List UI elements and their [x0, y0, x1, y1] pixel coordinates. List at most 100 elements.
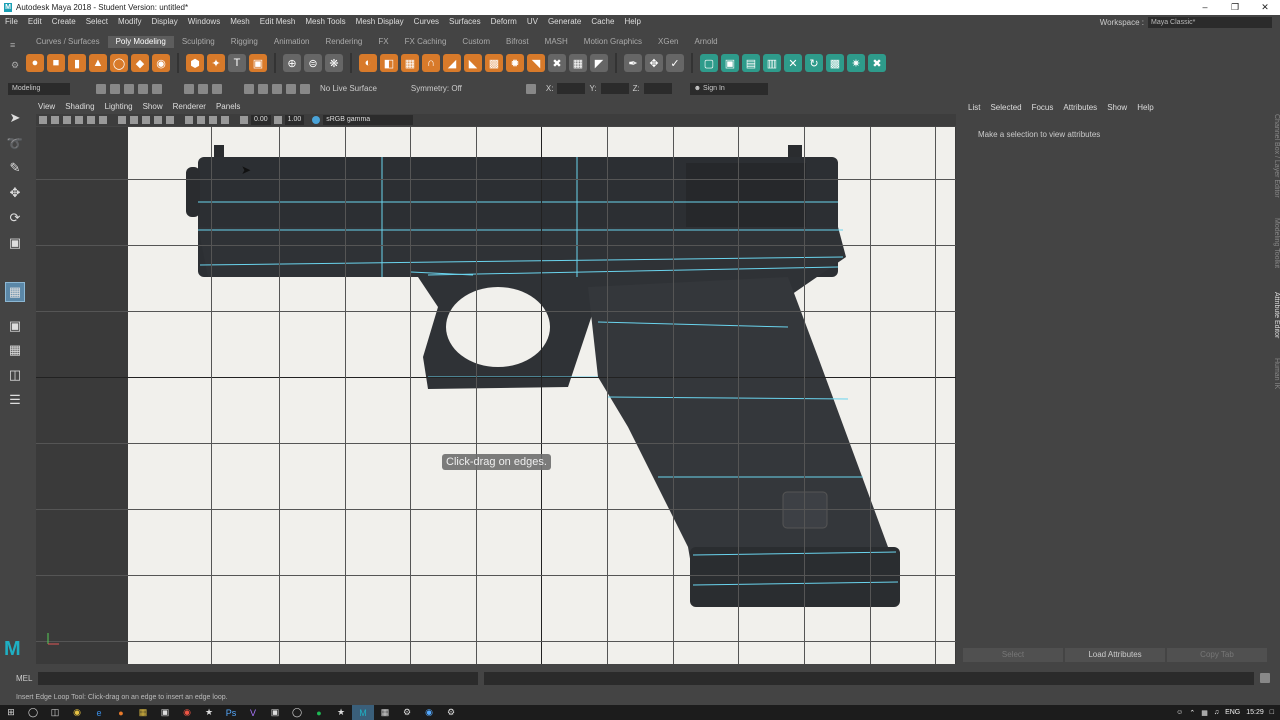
volume-icon[interactable]: ♫ — [1214, 709, 1219, 716]
uv-editor-icon[interactable]: ▩ — [826, 54, 844, 72]
visual-studio-icon[interactable]: V — [242, 705, 264, 720]
attr-menu-attributes[interactable]: Attributes — [1063, 102, 1097, 114]
isolate-icon[interactable] — [197, 116, 205, 124]
tab-poly-modeling[interactable]: Poly Modeling — [107, 36, 174, 48]
select-button[interactable]: Select — [963, 648, 1063, 662]
snap-curve-icon[interactable] — [258, 83, 268, 94]
uv-layout-icon[interactable]: ▥ — [763, 54, 781, 72]
tab-curves-surfaces[interactable]: Curves / Surfaces — [28, 36, 108, 48]
menu-mesh[interactable]: Mesh — [225, 15, 255, 29]
menu-help[interactable]: Help — [619, 15, 645, 29]
shelf-settings-icon[interactable]: ⚙ — [11, 60, 19, 71]
poly-cylinder-icon[interactable]: ▮ — [68, 54, 86, 72]
lasso-tool-icon[interactable]: ➰ — [5, 134, 25, 154]
app-icon[interactable]: ◉ — [418, 705, 440, 720]
uv-sew-icon[interactable]: ↻ — [805, 54, 823, 72]
tab-rendering[interactable]: Rendering — [317, 36, 370, 48]
tab-arnold[interactable]: Arnold — [687, 36, 726, 48]
spotify-icon[interactable]: ● — [308, 705, 330, 720]
tab-attribute-editor[interactable]: Attribute Editor — [1268, 286, 1280, 344]
bevel-icon[interactable]: ◢ — [443, 54, 461, 72]
bridge-icon[interactable]: ∩ — [422, 54, 440, 72]
copy-tab-button[interactable]: Copy Tab — [1167, 648, 1267, 662]
tab-human-ik[interactable]: Human IK — [1268, 356, 1280, 392]
tab-sculpting[interactable]: Sculpting — [174, 36, 223, 48]
file-explorer-icon[interactable]: ▦ — [132, 705, 154, 720]
network-icon[interactable]: ▦ — [1201, 709, 1208, 717]
select-tool-icon[interactable]: ➤ — [5, 108, 25, 128]
bevel-icon[interactable]: ◣ — [464, 54, 482, 72]
notifications-icon[interactable]: □ — [1270, 709, 1274, 716]
menu-select[interactable]: Select — [81, 15, 113, 29]
uv-auto-icon[interactable]: ▤ — [742, 54, 760, 72]
menu-generate[interactable]: Generate — [543, 15, 586, 29]
snap-grid-icon[interactable] — [244, 83, 254, 94]
firefox-icon[interactable]: ● — [110, 705, 132, 720]
viewport[interactable]: Click-drag on edges. ➤ — [36, 127, 956, 664]
single-view-icon[interactable]: ▣ — [5, 316, 25, 336]
photoshop-icon[interactable]: Ps — [220, 705, 242, 720]
color-management-icon[interactable] — [312, 116, 321, 124]
uv-unfold-icon[interactable]: ▢ — [700, 54, 718, 72]
tab-channel-box[interactable]: Channel Box / Layer Editor — [1268, 106, 1280, 206]
grid-icon[interactable] — [87, 116, 95, 124]
aa-icon[interactable] — [221, 116, 229, 124]
menu-edit[interactable]: Edit — [23, 15, 47, 29]
move-tool-icon[interactable]: ✥ — [5, 183, 25, 203]
outliner-icon[interactable]: ☰ — [5, 390, 25, 410]
restore-icon[interactable]: ❐ — [1220, 0, 1250, 15]
chamfer-icon[interactable]: ✖ — [548, 54, 566, 72]
connect-icon[interactable]: ✓ — [666, 54, 684, 72]
task-view-icon[interactable]: ◫ — [44, 705, 66, 720]
poke-icon[interactable]: ✹ — [506, 54, 524, 72]
uv-delete-icon[interactable]: ✖ — [868, 54, 886, 72]
tab-fx-caching[interactable]: FX Caching — [397, 36, 455, 48]
multi-cut-icon[interactable]: ✒ — [624, 54, 642, 72]
people-icon[interactable]: ☺ — [1176, 709, 1183, 716]
attr-menu-focus[interactable]: Focus — [1032, 102, 1054, 114]
tab-custom[interactable]: Custom — [454, 36, 498, 48]
poly-disc-icon[interactable]: ◉ — [152, 54, 170, 72]
app-icon[interactable]: ★ — [330, 705, 352, 720]
mode-dropdown[interactable]: Modeling — [8, 82, 70, 95]
menu-curves[interactable]: Curves — [409, 15, 444, 29]
add-divisions-icon[interactable]: ▦ — [569, 54, 587, 72]
separate-icon[interactable]: ⊜ — [304, 54, 322, 72]
language-indicator[interactable]: ENG — [1225, 709, 1240, 716]
uv-planar-icon[interactable]: ▣ — [721, 54, 739, 72]
gamma-icon[interactable] — [273, 116, 282, 124]
bookmark-icon[interactable] — [63, 116, 71, 124]
store-icon[interactable]: ▣ — [154, 705, 176, 720]
app-icon[interactable]: ▣ — [264, 705, 286, 720]
fill-hole-icon[interactable]: ▩ — [485, 54, 503, 72]
uv-cut-icon[interactable]: ✕ — [784, 54, 802, 72]
close-icon[interactable]: ✕ — [1250, 0, 1280, 15]
paint-select-icon[interactable]: ✎ — [5, 158, 25, 178]
symmetry-label[interactable]: Symmetry: Off — [411, 84, 462, 93]
viewport-menu-panels[interactable]: Panels — [216, 101, 240, 113]
app-icon[interactable]: ★ — [198, 705, 220, 720]
boolean-icon[interactable]: ◐ — [359, 54, 377, 72]
poly-sphere-icon[interactable]: ● — [26, 54, 44, 72]
xray-icon[interactable] — [185, 116, 193, 124]
steam-icon[interactable]: ⚙ — [440, 705, 462, 720]
menu-surfaces[interactable]: Surfaces — [444, 15, 486, 29]
menu-windows[interactable]: Windows — [183, 15, 225, 29]
edge-loop-tool-icon[interactable]: ▦ — [5, 282, 25, 302]
textured-icon[interactable] — [142, 116, 150, 124]
two-view-icon[interactable]: ◫ — [5, 365, 25, 385]
scale-tool-icon[interactable]: ▣ — [5, 233, 25, 253]
new-scene-icon[interactable] — [96, 83, 106, 94]
mirror-icon[interactable]: ◧ — [380, 54, 398, 72]
menu-mesh-display[interactable]: Mesh Display — [351, 15, 409, 29]
film-gate-icon[interactable] — [99, 116, 107, 124]
z-field[interactable] — [643, 83, 672, 94]
menu-create[interactable]: Create — [47, 15, 81, 29]
rotate-tool-icon[interactable]: ⟳ — [5, 208, 25, 228]
tab-rigging[interactable]: Rigging — [223, 36, 266, 48]
open-scene-icon[interactable] — [110, 83, 120, 94]
search-icon[interactable]: ◯ — [22, 705, 44, 720]
snap-surface-icon[interactable] — [300, 83, 310, 94]
select-object-icon[interactable] — [198, 83, 208, 94]
chrome-icon[interactable]: ◉ — [66, 705, 88, 720]
